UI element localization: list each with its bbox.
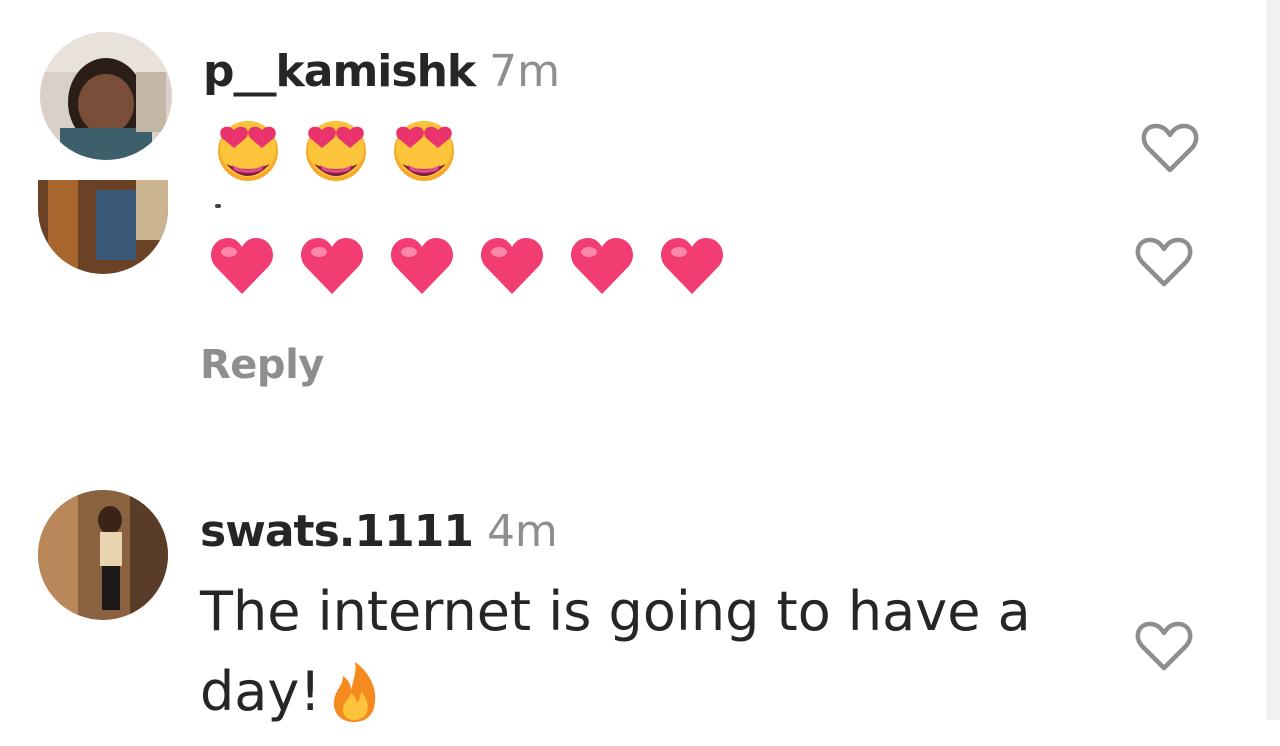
- comment-text-line-2: day!: [200, 652, 1100, 746]
- like-heart-icon[interactable]: [1138, 116, 1202, 180]
- comment-time: 4m: [486, 506, 558, 557]
- comment-emoji-row: [209, 236, 725, 300]
- avatar-partial[interactable]: [38, 180, 168, 274]
- red-heart-icon: [389, 236, 455, 300]
- comment-username[interactable]: swats.1111 4m: [200, 510, 558, 554]
- like-heart-icon[interactable]: [1132, 614, 1196, 678]
- scrollbar[interactable]: [1266, 0, 1280, 720]
- avatar-p__kamishk[interactable]: [40, 32, 172, 160]
- red-heart-icon: [299, 236, 365, 300]
- smiling-face-heart-eyes-icon: [214, 116, 282, 186]
- red-heart-icon: [659, 236, 725, 300]
- comment-text-fragment: day!: [200, 660, 321, 723]
- comment-text-line: The internet is going to have a: [200, 580, 1031, 643]
- smiling-face-heart-eyes-icon: [302, 116, 370, 186]
- like-heart-icon[interactable]: [1132, 230, 1196, 294]
- comment-username[interactable]: p__kamishk 7m: [203, 50, 560, 94]
- smiling-face-heart-eyes-icon: [390, 116, 458, 186]
- username-text[interactable]: p__kamishk: [203, 46, 476, 97]
- reply-button[interactable]: Reply: [200, 342, 324, 388]
- username-text[interactable]: swats.1111: [200, 506, 474, 557]
- red-heart-icon: [569, 236, 635, 300]
- truncated-username-fragment: [215, 204, 221, 208]
- red-heart-icon: [209, 236, 275, 300]
- avatar-swats.1111[interactable]: [38, 490, 168, 620]
- red-heart-icon: [479, 236, 545, 300]
- comment-time: 7m: [489, 46, 561, 97]
- fire-icon: [329, 660, 379, 746]
- comment-emoji-row: [214, 116, 458, 186]
